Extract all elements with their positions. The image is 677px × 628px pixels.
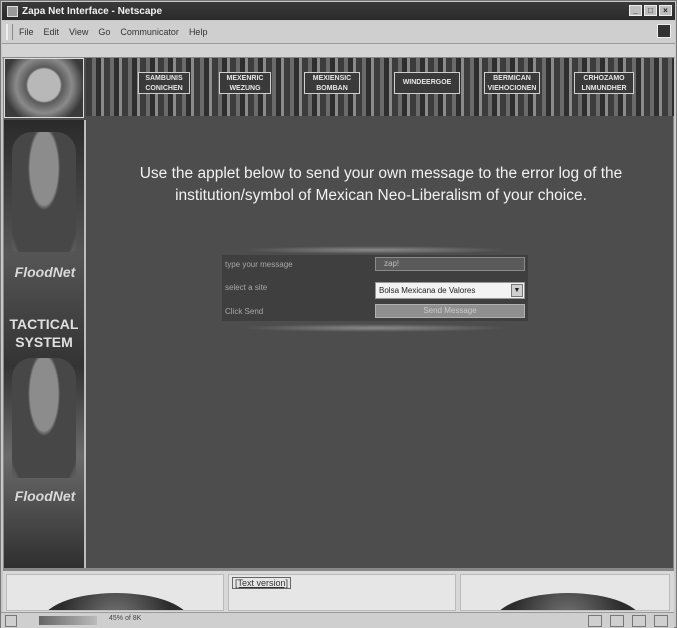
chevron-down-icon[interactable]: ▼ (511, 284, 523, 297)
netscape-app-icon (7, 5, 18, 17)
menu-help[interactable]: Help (189, 27, 208, 37)
zapatista-portrait-logo[interactable] (4, 58, 84, 118)
toolbar-grip[interactable] (6, 24, 13, 40)
footer-frame (3, 569, 674, 613)
navigation-banner: SAMBUNIS CONICHEN MEXENRIC WEZUNG MEXIEN… (86, 58, 674, 116)
label-type-message: type your message (225, 260, 293, 269)
maximize-button[interactable]: □ (644, 5, 657, 16)
globe-image-right (493, 593, 643, 610)
banner-link-2[interactable]: MEXENRIC WEZUNG (219, 72, 271, 94)
component-tray (588, 615, 668, 627)
footer-left-panel (6, 574, 224, 611)
banner-link-4[interactable]: WINDEERGOE (394, 72, 460, 94)
menu-file[interactable]: File (19, 27, 34, 37)
navigator-icon[interactable] (588, 615, 602, 627)
text-version-link[interactable]: [Text version] (232, 577, 292, 589)
progress-bar (39, 616, 97, 625)
netscape-throbber-icon (657, 24, 671, 38)
sidebar-artwork: FloodNet TACTICAL SYSTEM FloodNet (4, 120, 86, 568)
title-bar: Zapa Net Interface - Netscape _ □ × (2, 2, 675, 20)
label-click-send: Click Send (225, 307, 264, 316)
menu-bar: File Edit View Go Communicator Help (2, 21, 675, 44)
banner-link-1[interactable]: SAMBUNIS CONICHEN (138, 72, 190, 94)
status-text: 45% of 8K (109, 615, 142, 622)
message-input[interactable]: zap! (375, 257, 525, 271)
menu-communicator[interactable]: Communicator (120, 27, 179, 37)
masked-figure-image-top (12, 132, 76, 252)
banner-link-5[interactable]: BERMICAN VIEHOCIONEN (484, 72, 540, 94)
newsgroups-icon[interactable] (632, 615, 646, 627)
status-bar: 45% of 8K (1, 612, 674, 628)
security-lock-icon[interactable] (5, 615, 17, 627)
message-applet: type your message zap! select a site Bol… (222, 255, 528, 321)
applet-glow-bottom (240, 324, 510, 332)
banner-link-6[interactable]: CRHOZAMO LNMUNDHER (574, 72, 634, 94)
footer-right-panel (460, 574, 670, 611)
page-headline: Use the applet below to send your own me… (139, 165, 623, 204)
menu-edit[interactable]: Edit (44, 27, 60, 37)
banner-link-3[interactable]: MEXIENSIC BOMBAN (304, 72, 360, 94)
system-label: SYSTEM (15, 334, 73, 350)
send-message-button[interactable]: Send Message (375, 304, 525, 318)
site-select[interactable]: Bolsa Mexicana de Valores ▼ (375, 282, 525, 299)
window-controls: _ □ × (629, 5, 672, 16)
mail-icon[interactable] (610, 615, 624, 627)
label-select-site: select a site (225, 283, 268, 292)
window-title: Zapa Net Interface - Netscape (22, 5, 163, 17)
masked-figure-image-bottom (12, 358, 76, 478)
floodnet-brand-bottom: FloodNet (14, 488, 76, 504)
floodnet-brand-top: FloodNet (14, 264, 76, 280)
menu-go[interactable]: Go (98, 27, 110, 37)
minimize-button[interactable]: _ (629, 5, 642, 16)
toolbar-strip (2, 44, 675, 58)
applet-glow-top (240, 246, 510, 254)
composer-icon[interactable] (654, 615, 668, 627)
tactical-label: TACTICAL (9, 316, 79, 332)
close-button[interactable]: × (659, 5, 672, 16)
menu-view[interactable]: View (69, 27, 88, 37)
globe-image-left (41, 593, 191, 610)
site-select-value: Bolsa Mexicana de Valores (379, 286, 476, 295)
